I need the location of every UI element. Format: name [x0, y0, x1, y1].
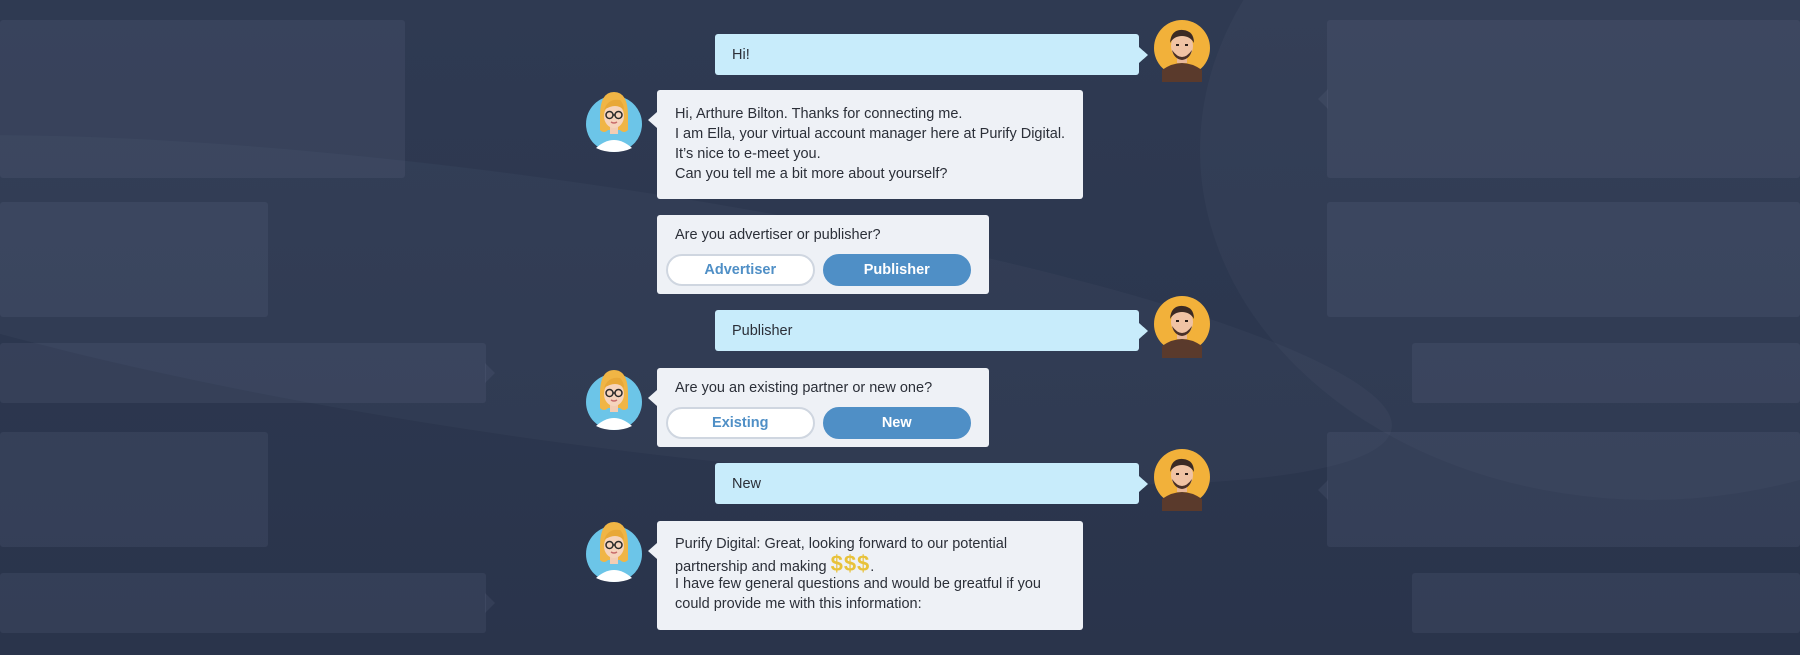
bot-question-bubble: Are you an existing partner or new one? … [648, 368, 989, 447]
new-button[interactable]: New [822, 407, 971, 439]
bot-avatar [586, 516, 642, 584]
user-avatar [1154, 20, 1210, 82]
man-avatar-icon [1154, 449, 1210, 511]
man-avatar-icon [1154, 20, 1210, 82]
choice-buttons: Existing New [666, 407, 971, 439]
user-message-bubble: Hi! [715, 34, 1148, 75]
bot-question-bubble: Are you advertiser or publisher? Adverti… [657, 215, 989, 294]
user-avatar [1154, 296, 1210, 358]
message-line: It’s nice to e-meet you. [675, 146, 821, 162]
bot-avatar [586, 364, 642, 432]
woman-assistant-avatar-icon [586, 92, 642, 152]
man-avatar-icon [1154, 296, 1210, 358]
advertiser-button[interactable]: Advertiser [666, 254, 815, 286]
message-line: I am Ella, your virtual account manager … [675, 126, 1066, 142]
question-text: Are you advertiser or publisher? [675, 227, 881, 243]
message-line: Hi, Arthure Bilton. Thanks for connectin… [675, 106, 963, 122]
message-text: . [870, 559, 875, 575]
message-line: could provide me with this information: [675, 596, 922, 612]
message-line: Can you tell me a bit more about yoursel… [675, 166, 948, 182]
bot-avatar [586, 86, 642, 154]
message-line: I have few general questions and would b… [675, 576, 1041, 592]
publisher-button[interactable]: Publisher [822, 254, 971, 286]
message-line: partnership and making $$$. [675, 551, 1065, 576]
message-text: New [732, 475, 762, 492]
user-message-bubble: New [715, 463, 1148, 504]
message-text: Publisher [732, 322, 793, 339]
message-text: partnership and making [675, 559, 827, 575]
existing-button[interactable]: Existing [666, 407, 815, 439]
user-message-bubble: Publisher [715, 310, 1148, 351]
woman-assistant-avatar-icon [586, 370, 642, 430]
user-avatar [1154, 449, 1210, 511]
message-text: Hi! [732, 46, 750, 63]
choice-buttons: Advertiser Publisher [666, 254, 971, 286]
money-emoji: $$$ [830, 551, 871, 576]
question-text: Are you an existing partner or new one? [675, 380, 933, 396]
bot-message-bubble: Hi, Arthure Bilton. Thanks for connectin… [648, 90, 1083, 199]
bot-message-bubble: Purify Digital: Great, looking forward t… [648, 521, 1083, 630]
woman-assistant-avatar-icon [586, 522, 642, 582]
